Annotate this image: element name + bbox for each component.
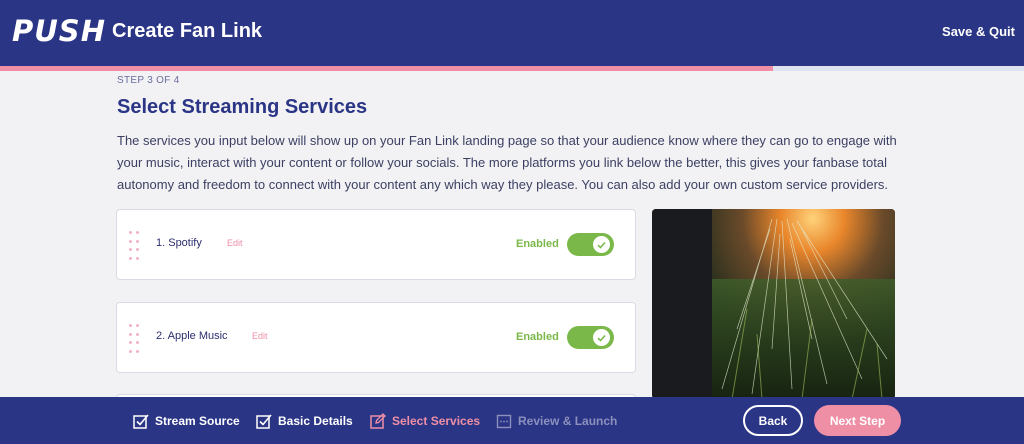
nav-step-label: Review & Launch xyxy=(518,414,618,428)
next-step-button[interactable]: Next Step xyxy=(814,405,901,436)
back-button[interactable]: Back xyxy=(743,405,803,436)
save-and-quit-link[interactable]: Save & Quit xyxy=(942,24,1015,39)
section-heading: Select Streaming Services xyxy=(117,96,368,118)
nav-step-stream-source[interactable]: Stream Source xyxy=(133,413,240,429)
push-logo[interactable]: PUSH xyxy=(12,14,106,48)
check-icon xyxy=(593,329,610,346)
check-icon xyxy=(593,236,610,253)
nav-step-select-services[interactable]: Select Services xyxy=(370,413,480,429)
service-card-spotify: 1. Spotify Edit Enabled xyxy=(116,209,636,280)
nav-step-basic-details[interactable]: Basic Details xyxy=(256,413,353,429)
bottom-step-navigation: Stream Source Basic Details Select Servi… xyxy=(0,397,1024,444)
edit-link[interactable]: Edit xyxy=(227,238,243,248)
service-toggle[interactable] xyxy=(567,326,614,349)
nav-step-label: Select Services xyxy=(392,414,481,428)
dotted-square-icon xyxy=(496,414,512,429)
top-header: PUSH Create Fan Link Save & Quit xyxy=(0,0,1024,66)
drag-handle-icon[interactable] xyxy=(129,231,139,261)
service-name: 2. Apple Music xyxy=(156,330,228,342)
edit-link[interactable]: Edit xyxy=(252,331,268,341)
section-description: The services you input below will show u… xyxy=(117,133,897,192)
drag-handle-icon[interactable] xyxy=(129,324,139,354)
progress-bar-fill xyxy=(0,66,774,71)
enabled-label: Enabled xyxy=(516,238,559,250)
edit-square-icon xyxy=(370,413,386,429)
progress-bar xyxy=(0,66,1024,71)
nav-step-label: Stream Source xyxy=(155,414,240,428)
service-name: 1. Spotify xyxy=(156,237,202,249)
check-square-icon xyxy=(256,414,272,429)
service-toggle[interactable] xyxy=(567,233,614,256)
check-square-icon xyxy=(133,414,149,429)
nav-step-label: Basic Details xyxy=(278,414,353,428)
service-card-apple-music: 2. Apple Music Edit Enabled xyxy=(116,302,636,373)
nav-step-review-launch[interactable]: Review & Launch xyxy=(496,413,617,429)
page-title: Create Fan Link xyxy=(112,20,263,42)
artwork-preview-image xyxy=(652,209,895,399)
enabled-label: Enabled xyxy=(516,331,559,343)
step-indicator: STEP 3 OF 4 xyxy=(117,75,180,86)
